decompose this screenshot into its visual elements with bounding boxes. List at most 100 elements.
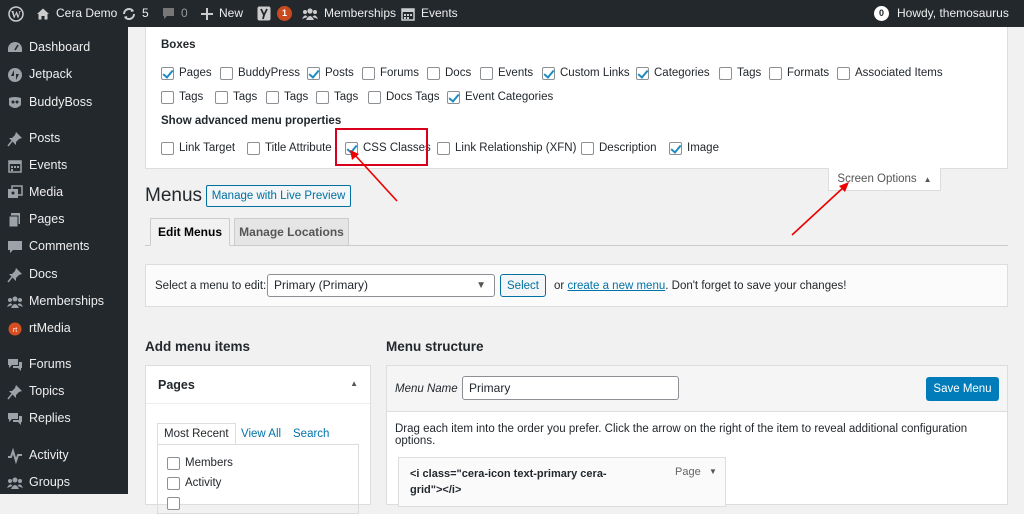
checkbox-label: Description xyxy=(599,142,657,154)
sidebar-item-dashboard[interactable]: Dashboard xyxy=(0,36,128,60)
site-name-link[interactable]: Cera Demo xyxy=(36,0,117,27)
box-option-forums[interactable]: Forums xyxy=(362,65,419,81)
sidebar-item-pages[interactable]: Pages xyxy=(0,208,128,232)
box-option-tags[interactable]: Tags xyxy=(719,65,761,81)
sidebar-item-posts[interactable]: Posts xyxy=(0,127,128,151)
pin-icon xyxy=(7,267,23,283)
pages-icon xyxy=(7,212,23,228)
sidebar-item-replies[interactable]: Replies xyxy=(0,407,128,431)
box-option-tags[interactable]: Tags xyxy=(266,89,308,105)
notifications-link[interactable]: 0 xyxy=(874,0,889,27)
create-new-menu-link[interactable]: create a new menu xyxy=(567,280,665,292)
checkbox-label: Tags xyxy=(334,91,359,103)
manage-live-preview-button[interactable]: Manage with Live Preview xyxy=(206,185,351,207)
advanced-option-image[interactable]: Image xyxy=(669,140,719,156)
checkbox-label: Formats xyxy=(787,67,830,79)
jetpack-icon xyxy=(7,67,23,83)
tab-most-recent[interactable]: Most Recent xyxy=(157,423,236,445)
or-text: or xyxy=(554,280,565,292)
checkbox-label: Docs xyxy=(445,67,472,79)
forums-icon xyxy=(7,357,23,373)
menu-name-input[interactable]: Primary xyxy=(462,376,679,400)
box-option-tags[interactable]: Tags xyxy=(215,89,257,105)
sidebar-item-activity[interactable]: Activity xyxy=(0,444,128,468)
comments-link[interactable]: 0 xyxy=(162,0,188,27)
tab-edit-menus[interactable]: Edit Menus xyxy=(150,218,230,246)
sidebar-item-forums[interactable]: Forums xyxy=(0,353,128,377)
advanced-option-link-relationship-xfn[interactable]: Link Relationship (XFN) xyxy=(437,140,576,156)
pages-accordion-header[interactable]: Pages ▲ xyxy=(146,366,370,404)
checkbox xyxy=(362,66,375,80)
sidebar-item-rtmedia[interactable]: rt rtMedia xyxy=(0,317,128,341)
save-hint: . Don't forget to save your changes! xyxy=(665,280,847,292)
checkbox-label: Events xyxy=(498,67,534,79)
wordpress-logo-icon[interactable]: W xyxy=(8,0,24,27)
page-checkbox-partial[interactable] xyxy=(167,495,185,511)
save-menu-button[interactable]: Save Menu xyxy=(926,377,999,401)
sidebar-item-buddyboss[interactable]: BuddyBoss xyxy=(0,91,128,115)
events-link[interactable]: Events xyxy=(401,0,458,27)
box-option-posts[interactable]: Posts xyxy=(307,65,354,81)
checkbox xyxy=(161,141,174,155)
advanced-option-title-attribute[interactable]: Title Attribute xyxy=(247,140,332,156)
screen-options-toggle[interactable]: Screen Options ▲ xyxy=(828,168,941,191)
svg-text:rt: rt xyxy=(13,327,17,334)
checkbox xyxy=(447,90,460,104)
item-expand-arrow-icon[interactable]: ▼ xyxy=(709,467,717,476)
box-option-tags[interactable]: Tags xyxy=(161,89,203,105)
sidebar-item-events[interactable]: Events xyxy=(0,154,128,178)
sidebar-item-label: Replies xyxy=(29,411,71,425)
checkbox-label: Tags xyxy=(284,91,309,103)
box-option-buddypress[interactable]: BuddyPress xyxy=(220,65,300,81)
sidebar-item-memberships[interactable]: Memberships xyxy=(0,290,128,314)
checkbox-label: Tags xyxy=(737,67,762,79)
updates-link[interactable]: 5 xyxy=(122,0,149,27)
sidebar-item-media[interactable]: Media xyxy=(0,181,128,205)
sidebar-item-jetpack[interactable]: Jetpack xyxy=(0,63,128,87)
page-checkbox-members[interactable]: Members xyxy=(167,455,233,471)
sidebar-item-label: Topics xyxy=(29,384,65,398)
checkbox xyxy=(480,66,493,80)
sidebar-item-label: Events xyxy=(29,158,68,172)
checkbox xyxy=(542,66,555,80)
select-button[interactable]: Select xyxy=(500,274,546,297)
tab-view-all[interactable]: View All xyxy=(235,423,287,445)
sidebar-item-topics[interactable]: Topics xyxy=(0,380,128,404)
memberships-label: Memberships xyxy=(324,6,397,20)
sidebar-item-label: Memberships xyxy=(29,294,105,308)
events-label: Events xyxy=(421,6,458,20)
svg-text:W: W xyxy=(11,10,21,21)
box-option-docs[interactable]: Docs xyxy=(427,65,471,81)
box-option-custom-links[interactable]: Custom Links xyxy=(542,65,630,81)
tab-search[interactable]: Search xyxy=(287,423,335,445)
box-option-docs-tags[interactable]: Docs Tags xyxy=(368,89,439,105)
menu-select-dropdown[interactable]: Primary (Primary) ▼ xyxy=(267,274,495,297)
page-checkbox-activity[interactable]: Activity xyxy=(167,475,221,491)
checkbox-label: Associated Items xyxy=(855,67,943,79)
box-option-events[interactable]: Events xyxy=(480,65,533,81)
tab-manage-locations[interactable]: Manage Locations xyxy=(234,218,349,246)
sidebar-item-label: rtMedia xyxy=(29,321,71,335)
sidebar-item-docs[interactable]: Docs xyxy=(0,263,128,287)
advanced-option-description[interactable]: Description xyxy=(581,140,657,156)
box-option-tags[interactable]: Tags xyxy=(316,89,358,105)
box-option-formats[interactable]: Formats xyxy=(769,65,829,81)
checkbox xyxy=(167,496,180,510)
groups-icon xyxy=(302,7,318,20)
yoast-link[interactable]: 1 xyxy=(257,0,292,27)
box-option-pages[interactable]: Pages xyxy=(161,65,212,81)
new-content-link[interactable]: New xyxy=(201,0,243,27)
box-option-associated-items[interactable]: Associated Items xyxy=(837,65,943,81)
menu-item[interactable]: <i class="cera-icon text-primary cera-gr… xyxy=(398,457,726,507)
sidebar-item-comments[interactable]: Comments xyxy=(0,235,128,259)
account-link[interactable]: Howdy, themosaurus xyxy=(897,0,1009,27)
menu-header: Menu Name Primary Save Menu xyxy=(387,366,1007,412)
memberships-link[interactable]: Memberships xyxy=(302,0,396,27)
replies-icon xyxy=(7,411,23,427)
sidebar-item-groups[interactable]: Groups xyxy=(0,471,128,495)
advanced-option-link-target[interactable]: Link Target xyxy=(161,140,235,156)
checkbox xyxy=(636,66,649,80)
box-option-event-categories[interactable]: Event Categories xyxy=(447,89,553,105)
new-label: New xyxy=(219,6,244,20)
box-option-categories[interactable]: Categories xyxy=(636,65,710,81)
